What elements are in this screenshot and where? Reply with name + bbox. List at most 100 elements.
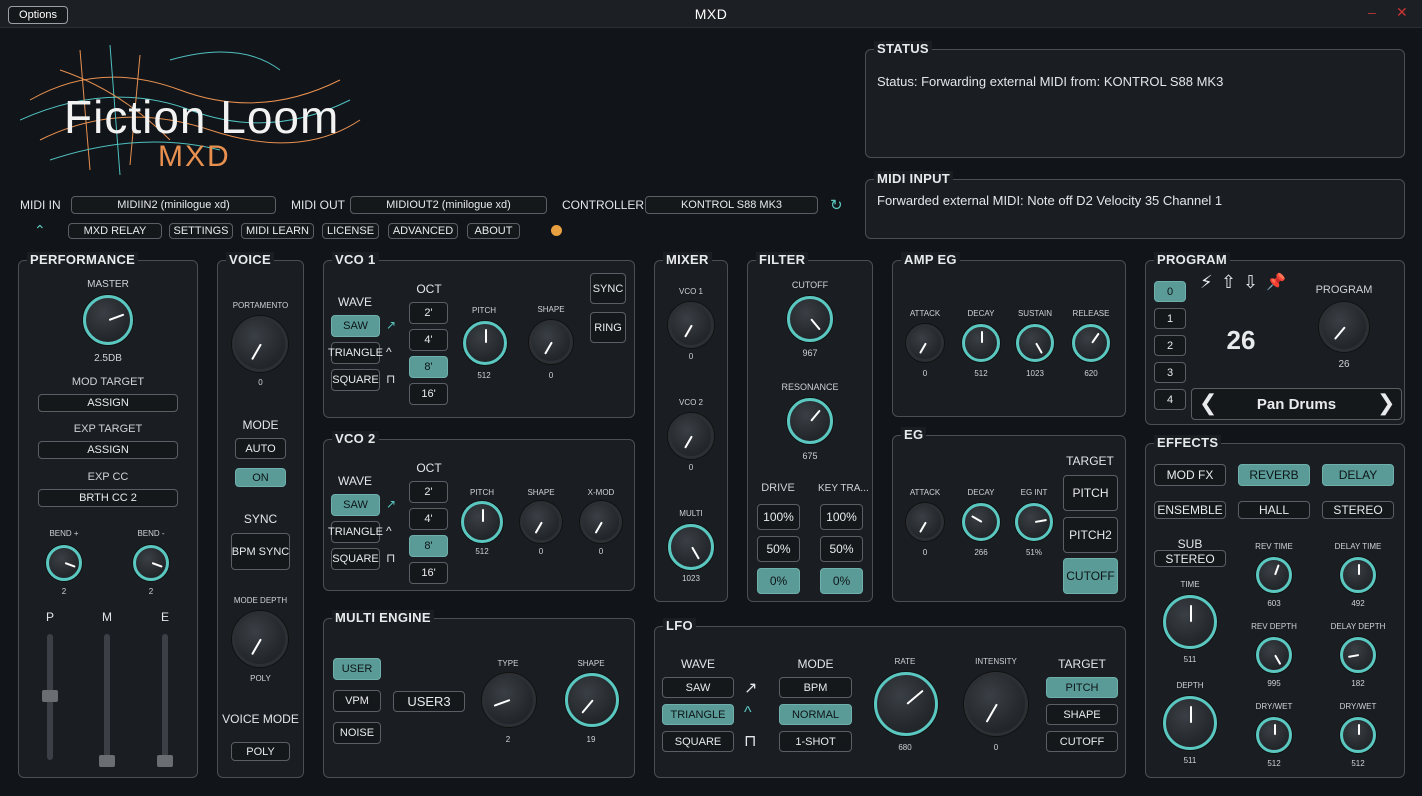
vco2-shape-knob[interactable] [520, 501, 562, 543]
lfo-normal-button[interactable]: NORMAL [779, 704, 852, 725]
mod-target-button[interactable]: ASSIGN [38, 394, 178, 412]
program-slot-2[interactable]: 2 [1154, 335, 1186, 356]
eg-target-pitch[interactable]: PITCH [1063, 475, 1118, 511]
upload-icon[interactable]: ⇧ [1221, 272, 1236, 293]
drive-50-button[interactable]: 50% [757, 536, 800, 562]
midi-learn-button[interactable]: MIDI LEARN [241, 223, 314, 239]
program-slot-4[interactable]: 4 [1154, 389, 1186, 410]
delay-time-knob[interactable] [1340, 557, 1376, 593]
vco1-pitch-knob[interactable] [463, 321, 507, 365]
sub-select[interactable]: STEREO [1154, 550, 1226, 567]
vco2-xmod-knob[interactable] [580, 501, 622, 543]
controller-select[interactable]: KONTROL S88 MK3 [645, 196, 818, 214]
prev-program-icon[interactable]: ❮ [1199, 390, 1217, 416]
exp-target-button[interactable]: ASSIGN [38, 441, 178, 459]
vco1-oct-4[interactable]: 4' [409, 329, 448, 351]
lfo-target-pitch[interactable]: PITCH [1046, 677, 1118, 698]
reverb-button[interactable]: REVERB [1238, 464, 1310, 486]
keytrack-50-button[interactable]: 50% [820, 536, 863, 562]
bend-plus-knob[interactable] [46, 545, 82, 581]
lfo-intensity-knob[interactable] [964, 672, 1028, 736]
drive-100-button[interactable]: 100% [757, 504, 800, 530]
program-slot-3[interactable]: 3 [1154, 362, 1186, 383]
collapse-icon[interactable]: ⌃ [34, 222, 46, 239]
vco1-triangle-button[interactable]: TRIANGLE [328, 342, 383, 364]
next-program-icon[interactable]: ❯ [1377, 390, 1395, 416]
multi-shape-knob[interactable] [565, 673, 619, 727]
amp-release-knob[interactable] [1072, 324, 1110, 362]
vco2-triangle-button[interactable]: TRIANGLE [328, 521, 383, 543]
noise-button[interactable]: NOISE [333, 722, 381, 744]
program-slot-1[interactable]: 1 [1154, 308, 1186, 329]
amp-decay-knob[interactable] [962, 324, 1000, 362]
keytrack-100-button[interactable]: 100% [820, 504, 863, 530]
on-button[interactable]: ON [235, 468, 286, 487]
bpm-sync-button[interactable]: BPM SYNC [231, 533, 290, 570]
mxd-relay-button[interactable]: MXD RELAY [68, 223, 162, 239]
vpm-button[interactable]: VPM [333, 690, 381, 712]
e-slider[interactable] [157, 634, 173, 767]
portamento-knob[interactable] [232, 316, 288, 372]
vco2-square-button[interactable]: SQUARE [331, 548, 380, 570]
midi-in-select[interactable]: MIDIIN2 (minilogue xd) [71, 196, 276, 214]
lfo-rate-knob[interactable] [874, 672, 938, 736]
vco2-oct-2[interactable]: 2' [409, 481, 448, 503]
pin-icon[interactable]: 📌 [1266, 272, 1286, 292]
refresh-icon[interactable]: ↻ [830, 196, 843, 214]
voice-mode-button[interactable]: POLY [231, 742, 290, 761]
drive-0-button[interactable]: 0% [757, 568, 800, 594]
drywet-delay-knob[interactable] [1340, 717, 1376, 753]
eg-attack-knob[interactable] [906, 503, 944, 541]
amp-sustain-knob[interactable] [1016, 324, 1054, 362]
time-knob[interactable] [1163, 595, 1217, 649]
settings-button[interactable]: SETTINGS [169, 223, 233, 239]
mod-fx-button[interactable]: MOD FX [1154, 464, 1226, 486]
exp-cc-button[interactable]: BRTH CC 2 [38, 489, 178, 507]
vco1-oct-8[interactable]: 8' [409, 356, 448, 378]
sync-button[interactable]: SYNC [590, 273, 626, 304]
ring-button[interactable]: RING [590, 312, 626, 343]
type-knob[interactable] [482, 673, 536, 727]
eg-target-cutoff[interactable]: CUTOFF [1063, 558, 1118, 594]
rev-depth-knob[interactable] [1256, 637, 1292, 673]
auto-button[interactable]: AUTO [235, 438, 286, 459]
vco2-oct-4[interactable]: 4' [409, 508, 448, 530]
amp-attack-knob[interactable] [906, 324, 944, 362]
vco2-oct-16[interactable]: 16' [409, 562, 448, 584]
license-button[interactable]: LICENSE [322, 223, 379, 239]
eg-target-pitch2[interactable]: PITCH2 [1063, 517, 1118, 553]
advanced-button[interactable]: ADVANCED [388, 223, 458, 239]
lfo-bpm-button[interactable]: BPM [779, 677, 852, 698]
lfo-1shot-button[interactable]: 1-SHOT [779, 731, 852, 752]
drywet-reverb-knob[interactable] [1256, 717, 1292, 753]
master-knob[interactable] [83, 295, 133, 345]
eg-int-knob[interactable] [1015, 503, 1053, 541]
delay-depth-knob[interactable] [1340, 637, 1376, 673]
lfo-square-button[interactable]: SQUARE [662, 731, 734, 752]
close-icon[interactable]: ✕ [1396, 4, 1408, 21]
user3-button[interactable]: USER3 [393, 691, 465, 712]
vco2-oct-8[interactable]: 8' [409, 535, 448, 557]
keytrack-0-button[interactable]: 0% [820, 568, 863, 594]
midi-out-select[interactable]: MIDIOUT2 (minilogue xd) [350, 196, 547, 214]
lfo-target-shape[interactable]: SHAPE [1046, 704, 1118, 725]
eg-decay-knob[interactable] [962, 503, 1000, 541]
rev-time-knob[interactable] [1256, 557, 1292, 593]
bend-minus-knob[interactable] [133, 545, 169, 581]
p-slider[interactable] [42, 634, 58, 760]
vco1-oct-16[interactable]: 16' [409, 383, 448, 405]
mixer-vco2-knob[interactable] [668, 413, 714, 459]
vco1-shape-knob[interactable] [529, 320, 573, 364]
ensemble-button[interactable]: ENSEMBLE [1154, 501, 1226, 519]
m-slider[interactable] [99, 634, 115, 767]
cutoff-knob[interactable] [787, 296, 833, 342]
user-button[interactable]: USER [333, 658, 381, 680]
vco2-saw-button[interactable]: SAW [331, 494, 380, 516]
vco1-oct-2[interactable]: 2' [409, 302, 448, 324]
download-icon[interactable]: ⇩ [1243, 272, 1258, 293]
mixer-vco1-knob[interactable] [668, 302, 714, 348]
vco1-saw-button[interactable]: SAW [331, 315, 380, 337]
vco1-square-button[interactable]: SQUARE [331, 369, 380, 391]
delay-button[interactable]: DELAY [1322, 464, 1394, 486]
lightning-icon[interactable]: ⚡ [1200, 272, 1213, 293]
